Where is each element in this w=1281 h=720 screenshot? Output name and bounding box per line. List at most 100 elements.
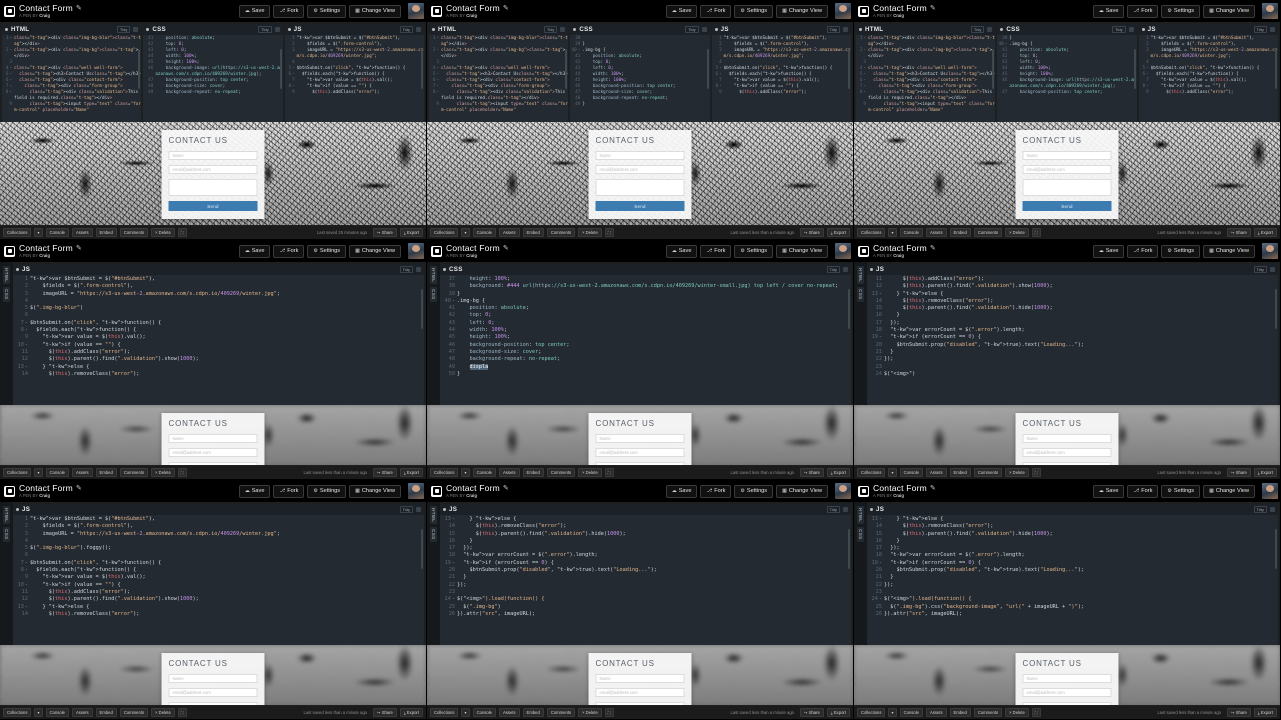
footer-share-button[interactable]: ↪ Share — [800, 468, 824, 477]
close-icon[interactable] — [1128, 27, 1134, 32]
code-editor-js[interactable]: 13 } "t-kw">else {14 $(this).removeClass… — [867, 515, 1278, 645]
collapsed-tab-css[interactable]: CSS — [430, 287, 437, 303]
footer-collections-button[interactable]: Collections — [857, 468, 886, 477]
editor-scrollbar[interactable] — [1274, 49, 1277, 89]
footer-collections-caret[interactable]: ▾ — [34, 228, 43, 237]
byline-author[interactable]: Craig — [893, 493, 904, 498]
tidy-button[interactable]: Tidy — [399, 266, 413, 273]
footer-embed-button[interactable]: Embed — [95, 708, 117, 717]
close-icon[interactable] — [133, 27, 139, 32]
byline-author[interactable]: Craig — [39, 493, 50, 498]
close-icon[interactable] — [1270, 267, 1275, 272]
code-editor-html[interactable]: 1class="t-tag"><div class="img-bg-blur">… — [429, 35, 568, 122]
footer-collections-button[interactable]: Collections — [3, 708, 32, 717]
footer-delete-button[interactable]: × Delete — [1005, 228, 1029, 237]
footer-collections-button[interactable]: Collections — [430, 468, 459, 477]
footer-fullscreen-button[interactable]: ⛶ — [177, 468, 187, 477]
code-editor-js[interactable]: 1 "t-kw">var $btnSubmit = $("#btnSubmit")… — [712, 35, 851, 122]
editor-scrollbar[interactable] — [1275, 529, 1277, 569]
footer-fullscreen-button[interactable]: ⛶ — [177, 708, 187, 717]
message-textarea[interactable] — [1022, 179, 1112, 196]
footer-console-button[interactable]: Console — [899, 708, 923, 717]
footer-collections-caret[interactable]: ▾ — [888, 228, 897, 237]
code-editor-css[interactable]: 38 39}40.img-bg {41 position: absolute;4… — [570, 35, 709, 122]
footer-delete-button[interactable]: × Delete — [151, 468, 175, 477]
avatar[interactable] — [835, 243, 851, 259]
footer-console-button[interactable]: Console — [45, 468, 69, 477]
code-editor-css[interactable]: 39}40.img-bg {41 position: absolute;42 t… — [997, 35, 1137, 122]
message-textarea[interactable] — [1022, 462, 1112, 465]
avatar[interactable] — [1262, 483, 1278, 499]
header-fork-button[interactable]: ⎇ Fork — [700, 484, 732, 498]
footer-console-button[interactable]: Console — [45, 228, 69, 237]
code-editor-css[interactable]: 41 position: absolute; 42 top: 0; 43 left:… — [143, 35, 282, 122]
footer-console-button[interactable]: Console — [472, 228, 496, 237]
footer-export-button[interactable]: ⤓ Export — [826, 228, 850, 237]
footer-export-button[interactable]: ⤓ Export — [399, 468, 423, 477]
footer-collections-button[interactable]: Collections — [3, 228, 32, 237]
pencil-icon[interactable]: ✎ — [76, 485, 82, 492]
close-icon[interactable] — [416, 267, 421, 272]
footer-collections-button[interactable]: Collections — [430, 708, 459, 717]
name-input[interactable]: Name — [595, 434, 685, 443]
header-fork-button[interactable]: ⎇ Fork — [1127, 484, 1159, 498]
footer-comments-button[interactable]: Comments — [546, 468, 576, 477]
footer-assets-button[interactable]: Assets — [71, 228, 93, 237]
footer-share-button[interactable]: ↪ Share — [373, 468, 397, 477]
editor-scrollbar[interactable] — [706, 49, 709, 89]
avatar[interactable] — [408, 243, 424, 259]
footer-share-button[interactable]: ↪ Share — [373, 708, 397, 717]
footer-assets-button[interactable]: Assets — [71, 468, 93, 477]
footer-export-button[interactable]: ⤓ Export — [1253, 468, 1277, 477]
footer-collections-caret[interactable]: ▾ — [461, 468, 470, 477]
code-editor-html[interactable]: 1class="t-tag"><div class="img-bg-blur">… — [856, 35, 995, 122]
header-save-button[interactable]: ☁ Save — [1092, 244, 1125, 258]
header-change-view-button[interactable]: ▦ Change View — [776, 484, 828, 498]
footer-embed-button[interactable]: Embed — [522, 708, 544, 717]
collapsed-tab-html[interactable]: HTML — [430, 506, 437, 525]
byline-author[interactable]: Craig — [39, 13, 50, 18]
email-input[interactable]: email@address.com — [1022, 448, 1112, 457]
avatar[interactable] — [835, 483, 851, 499]
email-input[interactable]: email@address.com — [168, 165, 258, 174]
footer-delete-button[interactable]: × Delete — [1005, 468, 1029, 477]
pencil-icon[interactable]: ✎ — [76, 245, 82, 252]
header-fork-button[interactable]: ⎇ Fork — [1127, 4, 1159, 18]
header-change-view-button[interactable]: ▦ Change View — [349, 4, 401, 18]
header-settings-button[interactable]: ⚙ Settings — [734, 244, 774, 258]
footer-comments-button[interactable]: Comments — [546, 708, 576, 717]
pencil-icon[interactable]: ✎ — [503, 245, 509, 252]
header-fork-button[interactable]: ⎇ Fork — [700, 4, 732, 18]
footer-share-button[interactable]: ↪ Share — [1227, 228, 1251, 237]
footer-collections-button[interactable]: Collections — [857, 708, 886, 717]
header-fork-button[interactable]: ⎇ Fork — [700, 244, 732, 258]
close-icon[interactable] — [987, 27, 993, 32]
avatar[interactable] — [1262, 3, 1278, 19]
message-textarea[interactable] — [168, 179, 258, 196]
footer-delete-button[interactable]: × Delete — [1005, 708, 1029, 717]
name-input[interactable]: Name — [1022, 151, 1112, 160]
editor-scrollbar[interactable] — [421, 289, 423, 329]
footer-collections-caret[interactable]: ▾ — [461, 708, 470, 717]
header-fork-button[interactable]: ⎇ Fork — [273, 244, 305, 258]
header-settings-button[interactable]: ⚙ Settings — [307, 244, 347, 258]
footer-comments-button[interactable]: Comments — [546, 228, 576, 237]
header-settings-button[interactable]: ⚙ Settings — [307, 484, 347, 498]
header-change-view-button[interactable]: ▦ Change View — [349, 244, 401, 258]
footer-embed-button[interactable]: Embed — [949, 708, 971, 717]
pencil-icon[interactable]: ✎ — [503, 485, 509, 492]
header-settings-button[interactable]: ⚙ Settings — [307, 4, 347, 18]
code-editor-html[interactable]: 1class="t-tag"><div class="img-bg-blur">… — [2, 35, 141, 122]
send-button[interactable]: Send — [1022, 201, 1112, 211]
pencil-icon[interactable]: ✎ — [930, 485, 936, 492]
code-editor-js[interactable]: 1 "t-kw">var $btnSubmit = $("#btnSubmit")… — [13, 515, 424, 645]
editor-scrollbar[interactable] — [279, 49, 282, 89]
message-textarea[interactable] — [595, 702, 685, 705]
codepen-logo-icon[interactable] — [431, 485, 442, 497]
editor-scrollbar[interactable] — [421, 529, 423, 569]
footer-comments-button[interactable]: Comments — [973, 228, 1003, 237]
footer-delete-button[interactable]: × Delete — [578, 468, 602, 477]
tidy-button[interactable]: Tidy — [116, 26, 131, 33]
footer-export-button[interactable]: ⤓ Export — [1253, 708, 1277, 717]
pencil-icon[interactable]: ✎ — [930, 245, 936, 252]
